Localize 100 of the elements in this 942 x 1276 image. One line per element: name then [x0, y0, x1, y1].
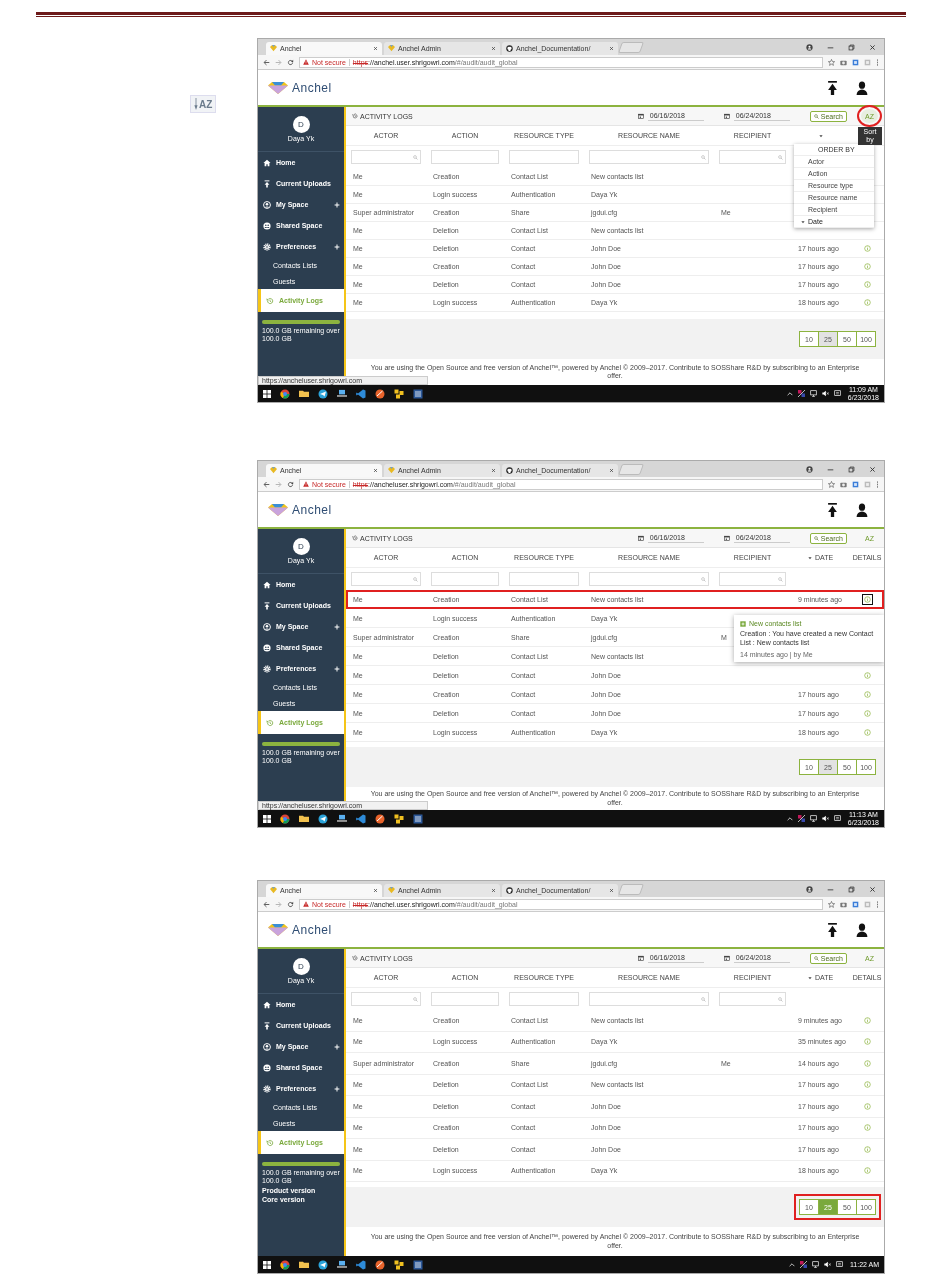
filter-field[interactable]	[351, 572, 421, 586]
grid-icon[interactable]	[394, 1259, 404, 1270]
back-icon[interactable]	[263, 480, 270, 488]
sort-caret-icon[interactable]	[807, 555, 812, 560]
filter-field[interactable]	[719, 150, 786, 164]
filter-field[interactable]	[589, 150, 709, 164]
account-icon[interactable]	[806, 43, 813, 51]
flag-icon[interactable]	[797, 390, 805, 397]
back-icon[interactable]	[263, 58, 270, 66]
maximize-icon[interactable]	[848, 885, 855, 893]
user-icon[interactable]	[856, 502, 868, 517]
document-icon[interactable]	[413, 1259, 423, 1270]
close-icon[interactable]	[373, 46, 378, 51]
calendar-icon[interactable]	[637, 113, 644, 119]
start-icon[interactable]	[263, 814, 271, 823]
user-icon[interactable]	[856, 80, 868, 95]
calendar-icon[interactable]	[723, 955, 730, 961]
notification-icon[interactable]	[833, 390, 841, 397]
code-editor-icon[interactable]	[356, 1259, 366, 1270]
ball-icon[interactable]	[375, 1259, 385, 1270]
start-icon[interactable]	[263, 1260, 271, 1269]
close-icon[interactable]	[869, 885, 876, 893]
reload-icon[interactable]	[287, 58, 294, 66]
upload-icon[interactable]	[827, 502, 838, 517]
avatar[interactable]: D	[292, 116, 310, 133]
flag-icon[interactable]	[799, 1261, 807, 1268]
close-icon[interactable]	[373, 468, 378, 473]
network-icon[interactable]	[811, 1261, 819, 1268]
ball-icon[interactable]	[375, 388, 385, 399]
close-icon[interactable]	[491, 888, 496, 893]
menu-icon[interactable]	[876, 900, 879, 908]
sort-caret-icon[interactable]	[818, 133, 823, 138]
paper-plane-icon[interactable]	[318, 388, 328, 399]
account-icon[interactable]	[806, 465, 813, 473]
maximize-icon[interactable]	[848, 465, 855, 473]
color-wheel-icon[interactable]	[280, 813, 290, 824]
laptop-icon[interactable]	[337, 1260, 347, 1269]
speaker-icon[interactable]	[821, 815, 829, 822]
grid-icon[interactable]	[394, 388, 404, 399]
notification-icon[interactable]	[833, 815, 841, 822]
star-icon[interactable]	[828, 900, 835, 908]
document-icon[interactable]	[413, 813, 423, 824]
filter-field[interactable]	[509, 150, 579, 164]
ball-icon[interactable]	[375, 813, 385, 824]
chevron-up-icon[interactable]	[788, 1261, 795, 1268]
menu-icon[interactable]	[876, 58, 879, 66]
close-icon[interactable]	[609, 46, 614, 51]
filter-field[interactable]	[509, 992, 579, 1006]
code-editor-icon[interactable]	[356, 813, 366, 824]
user-icon[interactable]	[856, 922, 868, 937]
filter-field[interactable]	[351, 992, 421, 1006]
filter-field[interactable]	[589, 992, 709, 1006]
filter-field[interactable]	[431, 992, 499, 1006]
close-icon[interactable]	[869, 465, 876, 473]
filter-field[interactable]	[719, 572, 786, 586]
chevron-up-icon[interactable]	[786, 390, 793, 397]
star-icon[interactable]	[828, 58, 835, 66]
maximize-icon[interactable]	[848, 43, 855, 51]
chevron-up-icon[interactable]	[786, 815, 793, 822]
grid-icon[interactable]	[394, 813, 404, 824]
filter-field[interactable]	[509, 572, 579, 586]
folder-icon[interactable]	[299, 814, 309, 823]
upload-icon[interactable]	[827, 922, 838, 937]
star-icon[interactable]	[828, 480, 835, 488]
filter-field[interactable]	[589, 572, 709, 586]
filter-field[interactable]	[719, 992, 786, 1006]
calendar-icon[interactable]	[637, 535, 644, 541]
back-icon[interactable]	[263, 900, 270, 908]
code-editor-icon[interactable]	[356, 388, 366, 399]
camera-icon[interactable]	[840, 480, 847, 488]
account-icon[interactable]	[806, 885, 813, 893]
notification-icon[interactable]	[835, 1261, 843, 1268]
close-icon[interactable]	[491, 468, 496, 473]
calendar-icon[interactable]	[723, 113, 730, 119]
filter-field[interactable]	[431, 150, 499, 164]
calendar-icon[interactable]	[723, 535, 730, 541]
color-wheel-icon[interactable]	[280, 388, 290, 399]
close-icon[interactable]	[609, 888, 614, 893]
filter-field[interactable]	[351, 150, 421, 164]
network-icon[interactable]	[809, 815, 817, 822]
camera-icon[interactable]	[840, 900, 847, 908]
paper-plane-icon[interactable]	[318, 813, 328, 824]
close-icon[interactable]	[373, 888, 378, 893]
avatar[interactable]: D	[292, 538, 310, 555]
laptop-icon[interactable]	[337, 814, 347, 823]
close-icon[interactable]	[491, 46, 496, 51]
document-icon[interactable]	[413, 388, 423, 399]
folder-icon[interactable]	[299, 389, 309, 398]
reload-icon[interactable]	[287, 480, 294, 488]
start-icon[interactable]	[263, 389, 271, 398]
close-icon[interactable]	[869, 43, 876, 51]
color-wheel-icon[interactable]	[280, 1259, 290, 1270]
folder-icon[interactable]	[299, 1260, 309, 1269]
paper-plane-icon[interactable]	[318, 1259, 328, 1270]
network-icon[interactable]	[809, 390, 817, 397]
filter-field[interactable]	[431, 572, 499, 586]
calendar-icon[interactable]	[637, 955, 644, 961]
flag-icon[interactable]	[797, 815, 805, 822]
speaker-icon[interactable]	[823, 1261, 831, 1268]
laptop-icon[interactable]	[337, 389, 347, 398]
